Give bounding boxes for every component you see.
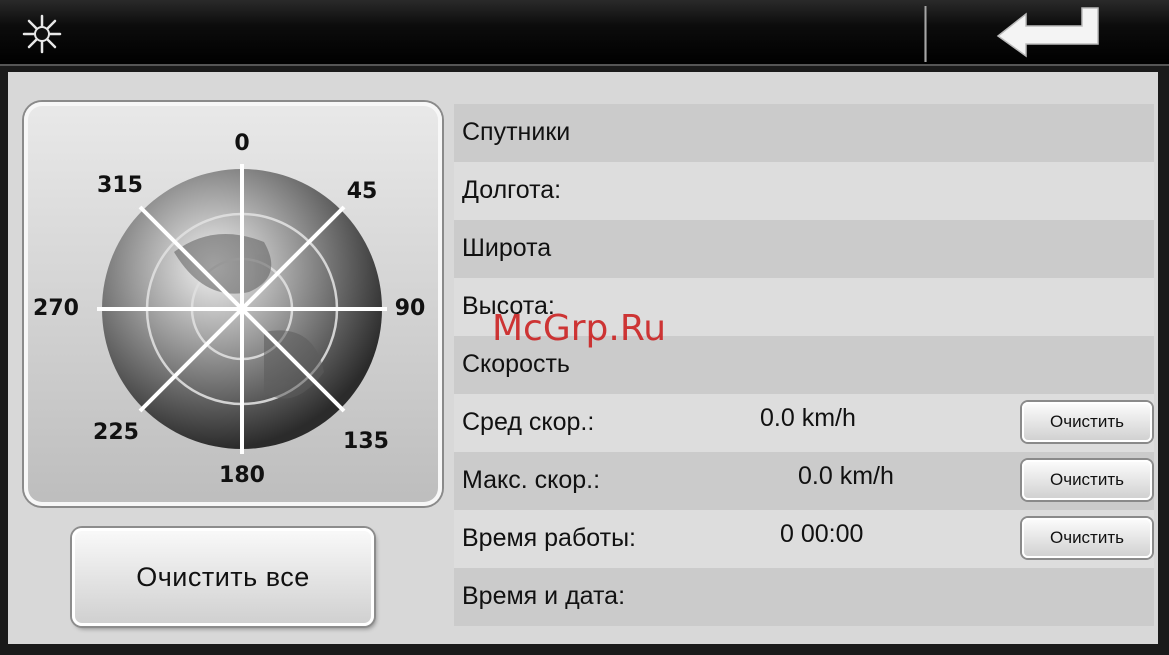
clear-max-speed-button[interactable]: Очистить xyxy=(1022,460,1152,500)
watermark: McGrp.Ru xyxy=(492,308,667,349)
compass-label-e: 90 xyxy=(395,296,426,321)
compass-label-se: 135 xyxy=(343,429,389,454)
max-speed-value: 0.0 km/h xyxy=(798,462,894,490)
row-label: Сред скор.: xyxy=(462,408,595,436)
sun-icon[interactable] xyxy=(22,14,62,54)
row-max-speed: Макс. скор.: 0.0 km/h Очистить xyxy=(454,452,1154,510)
clear-avg-speed-button[interactable]: Очистить xyxy=(1022,402,1152,442)
row-label: Скорость xyxy=(462,350,570,378)
row-date-time: Время и дата: xyxy=(454,568,1154,626)
avg-speed-value: 0.0 km/h xyxy=(760,404,856,432)
compass-label-s: 180 xyxy=(219,463,265,488)
row-latitude: Широта xyxy=(454,220,1154,278)
row-label: Долгота: xyxy=(462,176,562,204)
compass-label-w: 270 xyxy=(33,296,79,321)
compass-label-n: 0 xyxy=(234,131,249,156)
top-bar-divider xyxy=(924,6,927,62)
row-label: Время и дата: xyxy=(462,582,626,610)
operating-time-value: 0 00:00 xyxy=(780,520,864,548)
clear-operating-time-button[interactable]: Очистить xyxy=(1022,518,1152,558)
row-label: Широта xyxy=(462,234,552,262)
row-avg-speed: Сред скор.: 0.0 km/h Очистить xyxy=(454,394,1154,452)
row-label: Макс. скор.: xyxy=(462,466,601,494)
back-arrow-icon[interactable] xyxy=(990,6,1105,58)
clear-all-button[interactable]: Очистить все xyxy=(72,528,374,626)
gps-info-list: Спутники Долгота: Широта Высота: Скорост… xyxy=(454,104,1154,644)
satellite-compass: 0 45 90 135 180 225 270 315 xyxy=(24,102,442,506)
compass-label-sw: 225 xyxy=(93,420,139,445)
compass-label-nw: 315 xyxy=(97,173,143,198)
row-operating-time: Время работы: 0 00:00 Очистить xyxy=(454,510,1154,568)
top-bar xyxy=(0,0,1169,66)
compass-label-ne: 45 xyxy=(347,179,378,204)
row-longitude: Долгота: xyxy=(454,162,1154,220)
main-panel: 0 45 90 135 180 225 270 315 Очистить все… xyxy=(8,72,1158,644)
gps-info-screen: 0 45 90 135 180 225 270 315 Очистить все… xyxy=(0,0,1169,655)
row-label: Время работы: xyxy=(462,524,636,552)
row-satellites: Спутники xyxy=(454,104,1154,162)
row-label: Спутники xyxy=(462,118,571,146)
